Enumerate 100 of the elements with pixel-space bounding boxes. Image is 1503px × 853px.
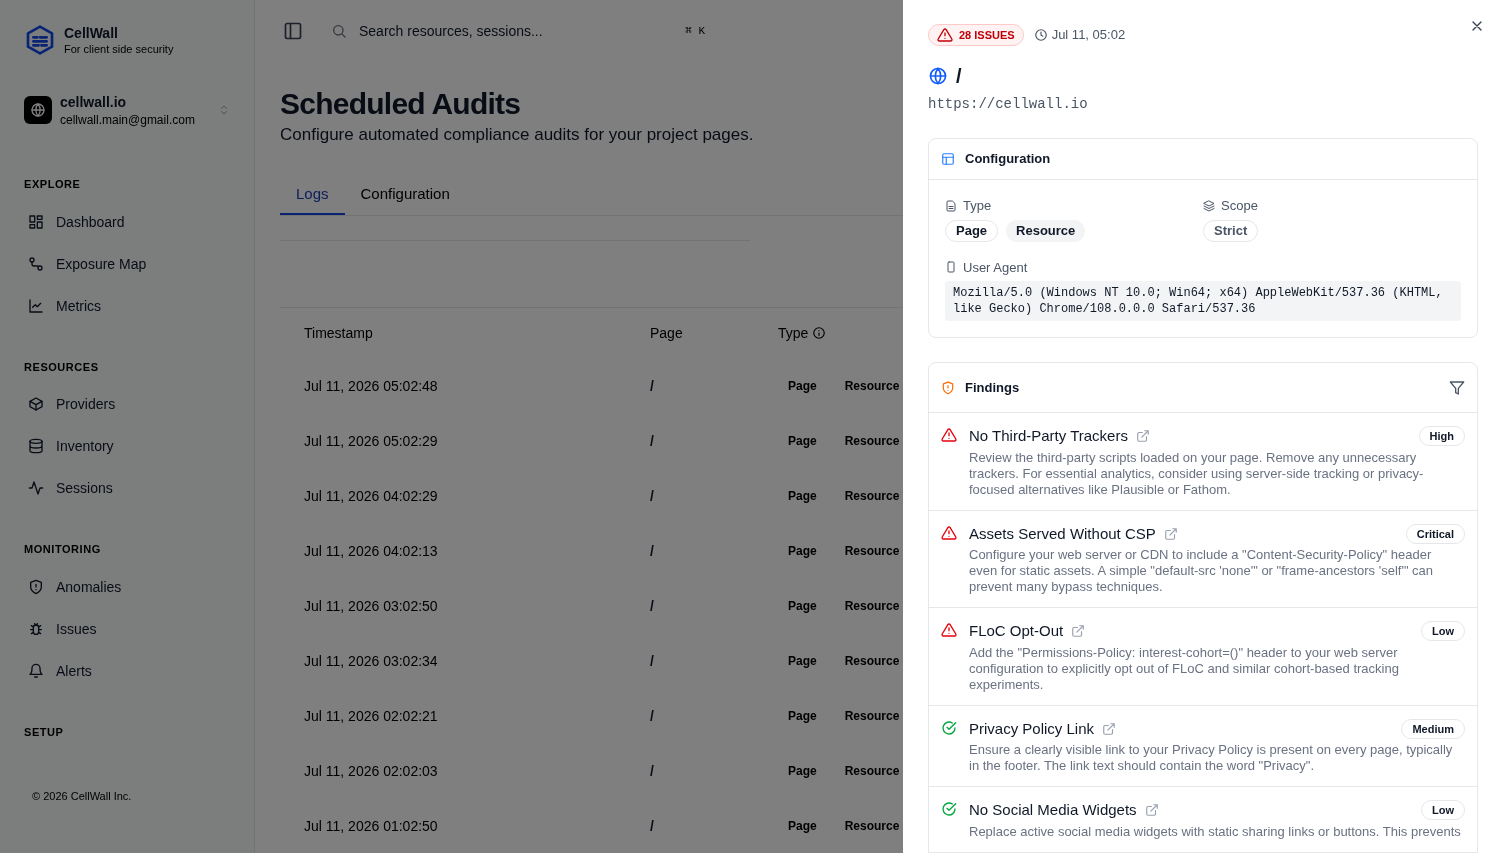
section-label: MONITORING [24,542,102,557]
tab[interactable]: Configuration [344,175,466,215]
table-cell-text: Jul 11, 2026 05:02:29 [304,431,439,451]
filter-icon [1449,379,1465,396]
section-label: RESOURCES [24,359,100,375]
field-label: Scope [1221,197,1258,215]
globe-icon [928,66,948,86]
search-field[interactable]: Search resources, sessions... [359,20,674,41]
dashboard-icon [28,213,44,230]
sidebar-item[interactable]: Providers [24,383,230,425]
page-url: https://cellwall.io [928,95,1089,114]
field-label: Type [963,197,992,215]
table-cell-text: / [650,541,655,561]
page-title: Scheduled Audits [280,85,521,122]
table-cell-text: / [650,706,655,726]
external-link[interactable] [1135,429,1150,444]
external-link[interactable] [1144,803,1159,818]
table-cell-text: Jul 11, 2026 03:02:50 [304,596,439,616]
external-link-icon [1135,429,1150,444]
column-header: Timestamp [304,324,373,343]
finding-title: No Third-Party Trackers [969,426,1128,446]
finding-description: Ensure a clearly visible link to your Privacy Policy is present on every page, typically in the footer. The link text should contain the word "Privacy". [969,742,1454,774]
type-tag: Resource [834,595,910,616]
finding-title: FLoC Opt-Out [969,621,1064,641]
external-link[interactable] [1102,721,1117,736]
finding-description: Configure your web server or CDN to include a "Content-Security-Policy" header even for static assets. A simple "default-src 'none'" or "frame-ancestors 'self'" can prevent many bypass techniques. [969,547,1435,595]
value-tag: Resource [1006,219,1086,242]
sidebar-item[interactable]: Metrics [24,284,230,327]
hexagon-logo-icon [24,24,56,56]
field-label: User Agent [963,258,1028,277]
filter-button[interactable] [1449,379,1465,396]
user-agent-text: Mozilla/5.0 (Windows NT 10.0; Win64; x64) AppleWebKit/537.36 (KHTML, like Gecko) Chrome/108.0.0.0 Safari/537.36 [945,281,1461,321]
table-cell-text: Jul 11, 2026 05:02:48 [304,376,439,396]
type-tag: Page [778,760,827,781]
table-cell-text: / [650,761,655,781]
account-switcher[interactable]: cellwall.io cellwall.main@gmail.com [24,92,230,128]
brand-name: CellWall [64,24,119,44]
column-header: Page [650,324,683,343]
card-title: Configuration [965,150,1051,169]
table-cell-text: Jul 11, 2026 04:02:29 [304,486,439,506]
box-icon [28,396,44,412]
sidebar-toggle-button[interactable] [283,20,303,41]
external-link[interactable] [1071,624,1086,639]
shield-icon [28,578,44,595]
type-tag: Page [778,485,827,506]
table-cell-text: / [650,596,655,616]
table-cell-text: Jul 11, 2026 03:02:34 [304,651,439,671]
sidebar-item[interactable]: Exposure Map [24,242,230,285]
issues-badge: 28 ISSUES [928,24,1024,46]
sidebar-item[interactable]: Inventory [24,425,230,467]
nodes-icon [28,255,44,272]
table-cell-text: Jul 11, 2026 04:02:13 [304,541,439,561]
account-name: cellwall.io [60,93,128,112]
phone-icon [945,260,957,275]
page-path: / [956,64,962,89]
external-link-icon [1102,721,1117,736]
sidebar-item[interactable]: Sessions [24,467,230,509]
type-tag: Resource [834,430,910,451]
external-link-icon [1071,624,1086,639]
finding-description: Add the "Permissions-Policy: interest-cohort=()" header to your web server configuration to explicitly opt out of FLoC and similar cohort-based tracking experiments. [969,644,1400,693]
external-link-icon [1163,526,1178,541]
search-icon [331,22,347,39]
table-cell-text: / [650,816,655,836]
bell-icon [28,662,44,679]
type-tag: Page [778,430,827,451]
table-cell-text: Jul 11, 2026 01:02:50 [304,816,439,836]
finding-title: Assets Served Without CSP [969,523,1156,544]
finding-title: No Social Media Widgets [969,800,1137,820]
line-chart-icon [28,297,44,314]
warning-icon [941,524,957,541]
type-tag: Resource [834,815,910,836]
tab[interactable]: Logs [280,175,345,215]
check-circle-icon [941,801,957,817]
info-icon [812,326,827,340]
database-icon [28,438,44,454]
type-tag: Page [778,705,827,726]
table-cell-text: / [650,486,655,506]
external-link-icon [1144,803,1159,818]
type-tag: Resource [834,650,910,671]
external-link[interactable] [1163,526,1178,541]
card-title: Findings [965,378,1021,397]
finding-description: Review the third-party scripts loaded on your page. Remove any unnecessary trackers. For essential analytics, consider using server-side tracking or privacy-focused alternatives like Plausible or Fathom. [969,449,1425,498]
sidebar-item[interactable]: Issues [24,607,230,650]
section-label: SETUP [24,724,65,740]
sidebar-item[interactable]: Alerts [24,649,230,692]
section-label: EXPLORE [24,177,82,192]
type-tag: Resource [834,375,910,396]
type-tag: Page [778,540,827,561]
layout-icon [941,152,955,166]
warning-icon [937,27,953,43]
pulse-icon [28,480,44,496]
shield-alert-icon [941,380,955,395]
warning-icon [941,427,957,443]
column-header: Type [778,324,809,343]
sidebar-item[interactable]: Dashboard [24,200,230,243]
finding-description: Replace active social media widgets with static sharing links or buttons. This prevents [969,823,1462,840]
sidebar-icon [283,20,303,41]
sidebar-item[interactable]: Anomalies [24,565,230,608]
account-email: cellwall.main@gmail.com [60,112,196,128]
warning-icon [941,622,957,638]
